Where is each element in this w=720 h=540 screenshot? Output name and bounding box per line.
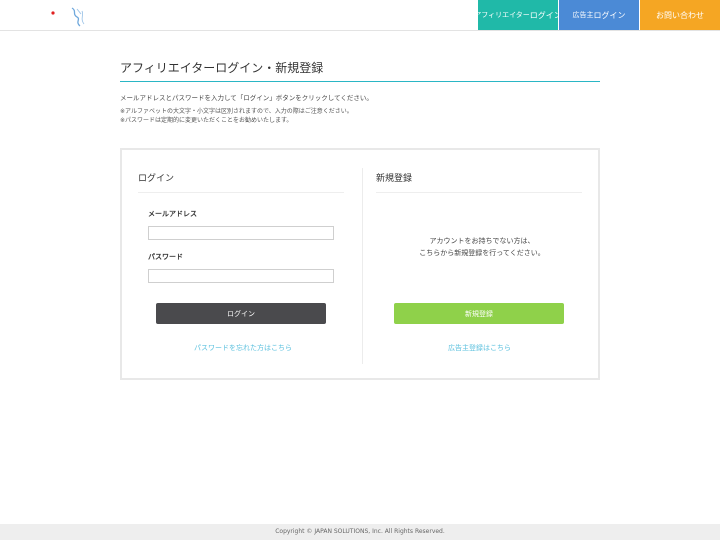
contact-label: お問い合わせ	[656, 10, 704, 20]
register-button[interactable]: 新規登録	[394, 303, 564, 324]
register-heading: 新規登録	[376, 174, 413, 184]
header-nav: アフィリエイター ログイン 広告主 ログイン お問い合わせ	[474, 0, 720, 30]
forgot-password-link[interactable]: パスワードを忘れた方はこちら	[194, 343, 292, 353]
affiliate-login-suffix: ログイン	[529, 10, 562, 20]
logo-mark-icon	[51, 7, 85, 27]
login-register-panel: ログイン メールアドレス パスワード ログイン パスワードを忘れた方はこちら 新…	[120, 148, 600, 380]
advertiser-login-suffix: ログイン	[593, 10, 626, 20]
register-text-line1: アカウントをお持ちでない方は、	[429, 237, 535, 245]
advertiser-login-nav-button[interactable]: 広告主 ログイン	[558, 0, 639, 30]
note-case-sensitive: ※アルファベットの大文字・小文字は区別されますので、入力の際はご注意ください。	[120, 108, 353, 115]
login-button[interactable]: ログイン	[156, 303, 326, 324]
affiliate-login-prefix: アフィリエイター	[474, 11, 530, 19]
advertiser-login-prefix: 広告主	[572, 11, 594, 19]
note-password-change: ※パスワードは定期的に変更いただくことをお勧めいたします。	[120, 117, 293, 124]
intro-text: メールアドレスとパスワードを入力して「ログイン」ボタンをクリックしてください。	[120, 94, 373, 102]
footer-copyright: Copyright © JAPAN SOLUTIONS, Inc. All Ri…	[0, 524, 720, 540]
column-divider	[362, 168, 363, 364]
contact-nav-button[interactable]: お問い合わせ	[639, 0, 720, 30]
password-label: パスワード	[148, 253, 183, 261]
affiliate-login-nav-button[interactable]: アフィリエイター ログイン	[474, 0, 562, 30]
site-header: アフィリエイター ログイン 広告主 ログイン お問い合わせ	[0, 0, 720, 31]
page-title: アフィリエイターログイン・新規登録	[120, 59, 600, 82]
advertiser-register-link[interactable]: 広告主登録はこちら	[448, 343, 511, 353]
password-field[interactable]	[148, 269, 334, 283]
login-heading-rule	[138, 192, 344, 193]
register-text-line2: こちらから新規登録を行ってください。	[419, 249, 545, 257]
site-logo[interactable]	[44, 6, 92, 28]
login-heading: ログイン	[138, 174, 175, 184]
register-heading-rule	[376, 192, 582, 193]
email-field[interactable]	[148, 226, 334, 240]
email-label: メールアドレス	[148, 210, 197, 218]
